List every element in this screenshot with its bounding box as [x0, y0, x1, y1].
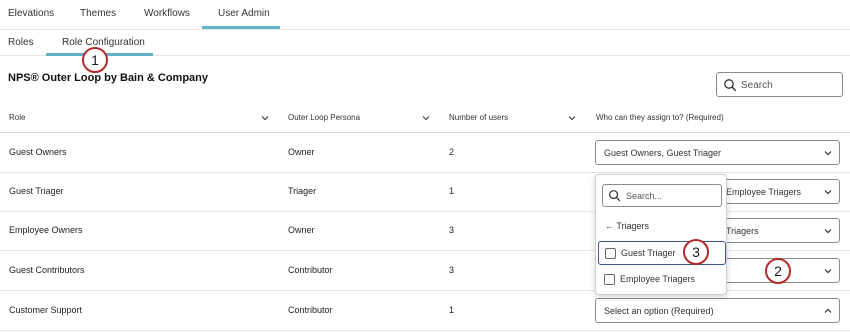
- chevron-down-icon[interactable]: [260, 113, 270, 123]
- tab-user-admin[interactable]: User Admin: [218, 8, 270, 19]
- users-cell: 1: [449, 186, 455, 196]
- chevron-down-icon[interactable]: [421, 113, 431, 123]
- checkbox[interactable]: [605, 248, 616, 259]
- assign-select[interactable]: Select an option (Required): [595, 298, 840, 323]
- option-label: Employee Triagers: [620, 274, 696, 284]
- assign-select-value: Guest Owners, Guest Triager: [604, 148, 722, 158]
- users-cell: 2: [449, 147, 455, 157]
- chevron-down-icon[interactable]: [567, 113, 577, 123]
- dropdown-search-input[interactable]: Search...: [602, 184, 722, 207]
- option-employee-triagers[interactable]: Employee Triagers: [598, 268, 726, 292]
- column-header-number-of-users[interactable]: Number of users: [449, 113, 508, 122]
- search-icon: [724, 79, 737, 92]
- assign-select-value: Triagers: [726, 226, 759, 236]
- role-cell: Guest Contributors: [9, 265, 85, 275]
- persona-cell: Contributor: [288, 265, 333, 275]
- role-cell: Employee Owners: [9, 225, 83, 235]
- users-cell: 1: [449, 305, 455, 315]
- column-header-assign-to: Who can they assign to? (Required): [596, 113, 724, 122]
- column-header-role[interactable]: Role: [9, 113, 25, 122]
- assign-select-value: Select an option (Required): [604, 306, 714, 316]
- users-cell: 3: [449, 265, 455, 275]
- option-label: Guest Triager: [621, 248, 676, 258]
- search-placeholder: Search: [741, 80, 773, 91]
- persona-cell: Owner: [288, 225, 315, 235]
- assign-select-value: Employee Triagers: [726, 187, 802, 197]
- role-cell: Customer Support: [9, 305, 83, 315]
- page-title: NPS® Outer Loop by Bain & Company: [8, 72, 209, 84]
- tab-themes[interactable]: Themes: [80, 8, 116, 19]
- back-to-triagers-link[interactable]: ← Triagers: [605, 221, 649, 231]
- active-tab-indicator: [202, 26, 280, 29]
- tab-elevations[interactable]: Elevations: [8, 8, 54, 19]
- column-header-persona[interactable]: Outer Loop Persona: [288, 113, 360, 122]
- checkbox[interactable]: [604, 274, 615, 285]
- chevron-up-icon: [824, 308, 832, 313]
- persona-cell: Triager: [288, 186, 317, 196]
- persona-cell: Contributor: [288, 305, 333, 315]
- tab-workflows[interactable]: Workflows: [144, 8, 190, 19]
- callout-3: 3: [683, 239, 709, 265]
- users-cell: 3: [449, 225, 455, 235]
- chevron-down-icon: [824, 190, 832, 195]
- assign-dropdown-menu: Search... ← Triagers Guest Triager Emplo…: [595, 174, 727, 295]
- role-cell: Guest Triager: [9, 186, 64, 196]
- chevron-down-icon: [824, 269, 832, 274]
- subtab-role-configuration[interactable]: Role Configuration: [62, 37, 145, 48]
- table-row: Guest Owners Owner 2 Guest Owners, Guest…: [0, 133, 850, 173]
- assign-select[interactable]: Guest Owners, Guest Triager: [595, 140, 840, 165]
- top-tab-bar: Elevations Themes Workflows User Admin: [0, 0, 850, 30]
- table-header: Role Outer Loop Persona Number of users …: [0, 104, 850, 133]
- search-input[interactable]: Search: [716, 72, 843, 97]
- search-icon: [609, 190, 621, 202]
- table-row: Customer Support Contributor 1 Select an…: [0, 291, 850, 331]
- dropdown-search-placeholder: Search...: [626, 191, 663, 201]
- callout-2: 2: [765, 258, 791, 284]
- chevron-down-icon: [824, 229, 832, 234]
- role-cell: Guest Owners: [9, 147, 67, 157]
- chevron-down-icon: [824, 151, 832, 156]
- assign-select[interactable]: Triagers: [715, 218, 840, 243]
- assign-select[interactable]: Employee Triagers: [715, 179, 840, 204]
- persona-cell: Owner: [288, 147, 315, 157]
- callout-1: 1: [82, 47, 108, 73]
- sub-tab-bar: Roles Role Configuration: [0, 30, 850, 56]
- subtab-roles[interactable]: Roles: [8, 37, 34, 48]
